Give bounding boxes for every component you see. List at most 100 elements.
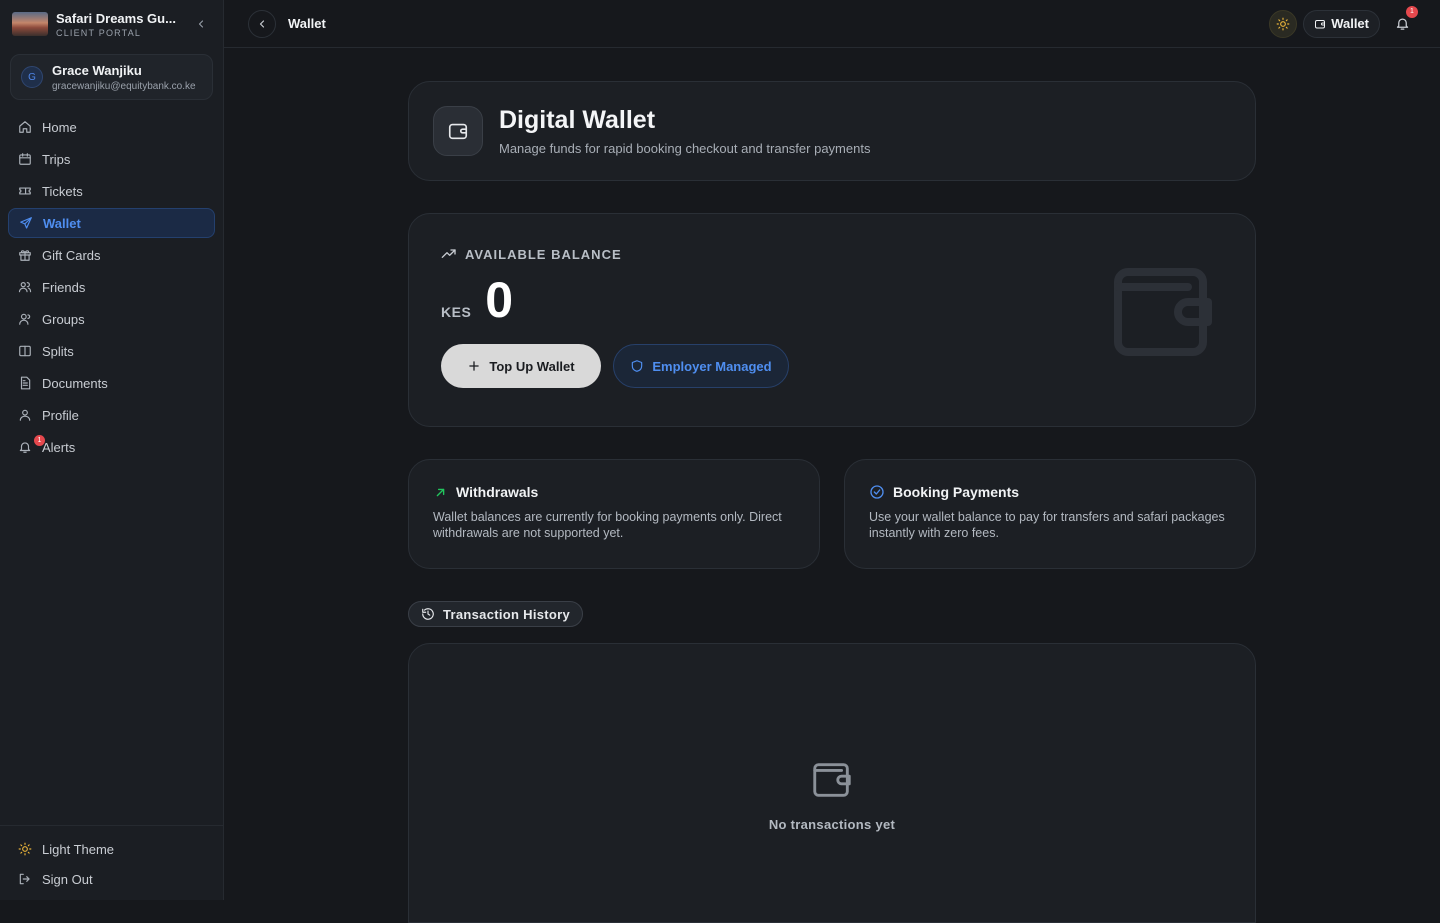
booking-payments-card: Booking Payments Use your wallet balance… — [844, 459, 1256, 569]
sidebar-nav: Home Trips Tickets Wallet Gift Cards Fri… — [0, 108, 223, 468]
collapse-sidebar-button[interactable] — [191, 14, 211, 34]
employer-managed-label: Employer Managed — [652, 358, 772, 374]
sidebar-item-label: Alerts — [42, 439, 76, 455]
balance-label-text: AVAILABLE BALANCE — [465, 246, 622, 262]
sidebar-item-splits[interactable]: Splits — [8, 336, 215, 366]
sidebar-item-groups[interactable]: Groups — [8, 304, 215, 334]
transaction-history-label: Transaction History — [443, 606, 571, 622]
sidebar-item-alerts[interactable]: 1 Alerts — [8, 432, 215, 462]
user-icon — [18, 408, 32, 422]
back-button[interactable] — [248, 9, 276, 38]
user-info: Grace Wanjiku gracewanjiku@equitybank.co… — [52, 63, 196, 92]
withdrawals-title: Withdrawals — [433, 484, 795, 500]
sidebar-item-label: Tickets — [42, 183, 83, 199]
sidebar-item-profile[interactable]: Profile — [8, 400, 215, 430]
empty-state-text: No transactions yet — [768, 817, 896, 832]
user-email: gracewanjiku@equitybank.co.ke — [52, 80, 196, 92]
page-header-text: Digital Wallet Manage funds for rapid bo… — [499, 106, 870, 156]
sidebar-item-wallet[interactable]: Wallet — [8, 208, 215, 238]
wallet-icon — [809, 757, 855, 803]
sidebar-item-label: Home — [42, 119, 77, 135]
page-breadcrumb: Wallet — [288, 16, 326, 31]
sidebar-item-tickets[interactable]: Tickets — [8, 176, 215, 206]
top-up-label: Top Up Wallet — [489, 358, 575, 374]
sign-out-label: Sign Out — [42, 871, 93, 887]
withdrawals-text: Wallet balances are currently for bookin… — [433, 510, 782, 540]
balance-amount: 0 — [485, 272, 514, 328]
trending-up-icon — [441, 246, 457, 262]
chevron-left-icon — [198, 20, 204, 28]
bell-icon — [18, 440, 32, 454]
balance-currency: KES — [441, 304, 472, 320]
arrow-up-right-icon — [433, 485, 448, 500]
sidebar-footer: Light Theme Sign Out — [0, 825, 223, 900]
transaction-history-tab[interactable]: Transaction History — [408, 601, 584, 627]
send-icon — [19, 216, 33, 230]
sidebar-item-home[interactable]: Home — [8, 112, 215, 142]
page-title: Digital Wallet — [499, 106, 656, 134]
chevron-left-icon — [259, 19, 265, 28]
ticket-icon — [18, 184, 32, 198]
user-card[interactable]: G Grace Wanjiku gracewanjiku@equitybank.… — [10, 54, 213, 100]
user-name: Grace Wanjiku — [52, 62, 142, 78]
employer-managed-button[interactable]: Employer Managed — [613, 344, 789, 388]
home-icon — [18, 120, 32, 134]
bell-icon — [1396, 18, 1408, 30]
brand-name: Safari Dreams Gu... — [56, 10, 176, 26]
page-header-card: Digital Wallet Manage funds for rapid bo… — [408, 81, 1256, 181]
topbar: Wallet Wallet 1 — [224, 0, 1440, 48]
main-content: Digital Wallet Manage funds for rapid bo… — [408, 81, 1256, 923]
sidebar-item-gift-cards[interactable]: Gift Cards — [8, 240, 215, 270]
sidebar-item-label: Friends — [42, 279, 86, 295]
brand-subtitle: CLIENT PORTAL — [56, 27, 142, 38]
calendar-icon — [18, 152, 32, 166]
sidebar-item-documents[interactable]: Documents — [8, 368, 215, 398]
plus-icon — [467, 359, 481, 373]
document-icon — [18, 376, 32, 390]
brand-text: Safari Dreams Gu... CLIENT PORTAL — [56, 11, 191, 38]
withdrawals-title-text: Withdrawals — [456, 484, 539, 500]
sidebar-item-trips[interactable]: Trips — [8, 144, 215, 174]
sign-out-button[interactable]: Sign Out — [8, 864, 215, 894]
logout-icon — [18, 872, 32, 886]
shield-icon — [630, 359, 644, 373]
brand-logo — [12, 12, 48, 36]
sidebar-item-label: Trips — [42, 151, 71, 167]
wallet-icon — [433, 106, 483, 156]
sidebar-item-label: Profile — [42, 407, 79, 423]
wallet-watermark-icon — [1103, 252, 1223, 375]
withdrawals-card: Withdrawals Wallet balances are currentl… — [408, 459, 820, 569]
sun-icon — [1276, 17, 1290, 30]
wallet-icon — [1314, 18, 1326, 30]
notification-badge: 1 — [1406, 5, 1418, 18]
booking-payments-text: Use your wallet balance to pay for trans… — [869, 510, 1225, 540]
wallet-chip-label: Wallet — [1331, 16, 1369, 31]
sidebar-item-friends[interactable]: Friends — [8, 272, 215, 302]
check-circle-icon — [869, 484, 885, 500]
sidebar-item-label: Groups — [42, 311, 85, 327]
alerts-badge: 1 — [34, 435, 45, 446]
avatar: G — [21, 66, 43, 88]
topbar-actions: Wallet 1 — [1269, 5, 1418, 38]
users-icon — [18, 280, 32, 294]
page-subtitle: Manage funds for rapid booking checkout … — [499, 141, 871, 156]
light-theme-label: Light Theme — [42, 841, 115, 857]
booking-payments-title-text: Booking Payments — [893, 484, 1020, 500]
split-icon — [18, 344, 32, 358]
group-icon — [18, 312, 32, 326]
sun-icon — [18, 842, 32, 856]
wallet-chip-button[interactable]: Wallet — [1303, 9, 1380, 38]
notifications-button[interactable]: 1 — [1388, 5, 1418, 38]
sidebar-item-label: Wallet — [43, 215, 81, 231]
sidebar-item-label: Splits — [42, 343, 74, 359]
light-theme-button[interactable]: Light Theme — [8, 834, 215, 864]
transaction-history-card: No transactions yet — [408, 643, 1256, 923]
theme-toggle-button[interactable] — [1269, 9, 1298, 38]
top-up-wallet-button[interactable]: Top Up Wallet — [441, 344, 601, 388]
balance-card: AVAILABLE BALANCE KES 0 Top Up Wallet Em… — [408, 213, 1256, 427]
gift-icon — [18, 248, 32, 262]
sidebar-item-label: Documents — [42, 375, 108, 391]
brand-header: Safari Dreams Gu... CLIENT PORTAL — [0, 0, 223, 48]
history-icon — [421, 607, 435, 621]
sidebar-item-label: Gift Cards — [42, 247, 101, 263]
